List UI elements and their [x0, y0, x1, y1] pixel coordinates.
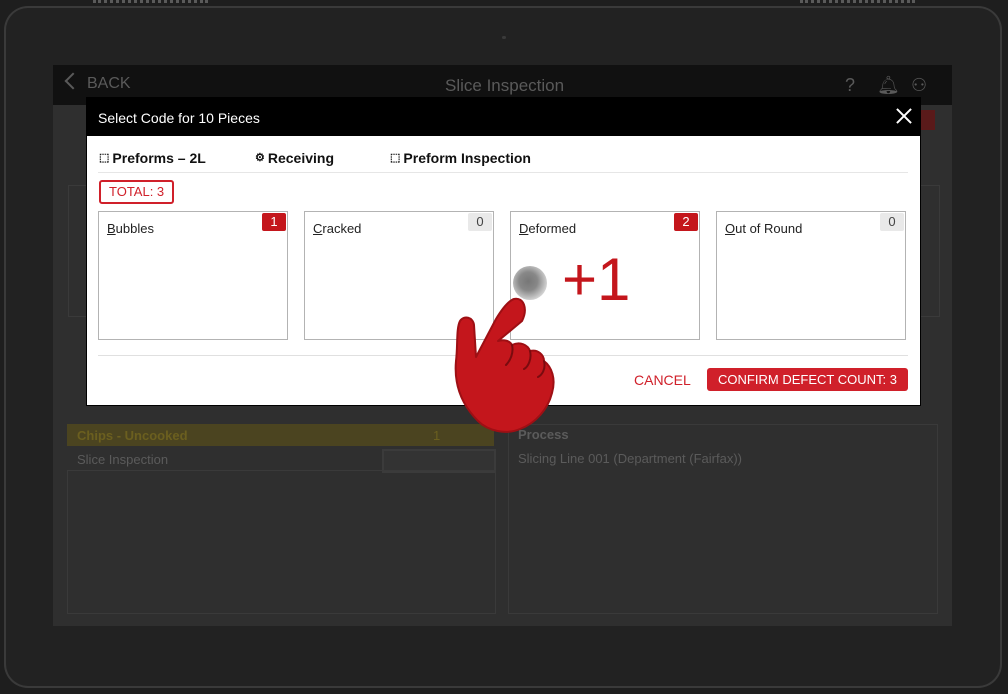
page-title: Slice Inspection	[445, 76, 565, 95]
background-item-title: Chips - Uncooked	[77, 428, 188, 443]
crumb-inspection-label: Preform Inspection	[403, 150, 531, 166]
crumb-stage: ⚙ Receiving	[255, 150, 334, 166]
confirm-defect-count-button[interactable]: CONFIRM DEFECT COUNT: 3	[707, 368, 908, 391]
background-item-row-label: Slice Inspection	[77, 452, 169, 467]
background-left-panel	[67, 470, 496, 614]
defect-count-badge: 0	[880, 213, 904, 231]
chevron-left-icon	[64, 72, 82, 90]
speaker-grille-right	[800, 0, 915, 7]
gear-icon: ⚙	[255, 152, 265, 164]
background-item-header: Chips - Uncooked 1	[67, 424, 494, 446]
background-item-row: Slice Inspection	[67, 448, 496, 473]
crumb-product: ⬚ Preforms – 2L	[99, 150, 206, 166]
background-process-value: Slicing Line 001 (Department (Fairfax))	[518, 451, 742, 466]
speaker-grille-left	[93, 0, 208, 7]
defect-count-badge: 2	[674, 213, 698, 231]
crumb-product-label: Preforms – 2L	[112, 150, 206, 166]
cancel-button[interactable]: CANCEL	[634, 372, 691, 388]
defect-label: Bubbles	[107, 221, 154, 236]
help-icon[interactable]: ?	[845, 75, 855, 96]
back-label: BACK	[87, 75, 131, 92]
dialog-header: Select Code for 10 Pieces	[87, 98, 920, 136]
defect-label: Cracked	[313, 221, 362, 236]
bell-icon[interactable]: 🔔︎	[877, 75, 900, 96]
close-icon[interactable]	[892, 104, 916, 128]
defect-count-badge: 1	[262, 213, 286, 231]
camera	[502, 36, 506, 39]
inspection-icon: ⬚	[390, 152, 401, 164]
users-icon[interactable]: ⚇	[911, 75, 927, 96]
increment-indicator: +1	[562, 246, 631, 313]
crumb-inspection: ⬚ Preform Inspection	[390, 150, 531, 166]
back-button[interactable]: BACK	[64, 72, 131, 93]
defect-tile-out-of-round[interactable]: Out of Round 0	[716, 211, 906, 340]
total-badge: TOTAL: 3	[99, 180, 175, 204]
defect-label: Deformed	[519, 221, 577, 236]
box-icon: ⬚	[99, 152, 110, 164]
defect-label: Out of Round	[725, 221, 803, 236]
dialog-title: Select Code for 10 Pieces	[98, 110, 260, 126]
crumb-stage-label: Receiving	[267, 150, 335, 166]
defect-tile-bubbles[interactable]: Bubbles 1	[98, 211, 288, 340]
defect-count-badge: 0	[468, 213, 492, 231]
divider	[98, 172, 908, 173]
pointing-hand-icon	[454, 297, 555, 433]
